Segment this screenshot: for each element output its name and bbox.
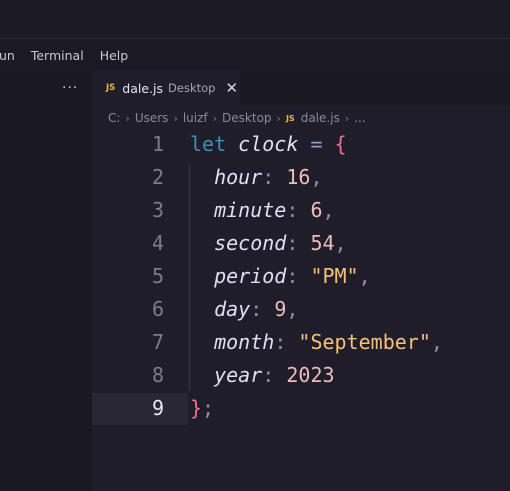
tab-file-name: dale.js	[122, 80, 164, 96]
code-token: day	[214, 297, 251, 321]
more-actions-icon[interactable]: ...	[62, 76, 78, 92]
line-number: 5	[151, 264, 164, 288]
code-token: period	[214, 264, 287, 288]
chevron-right-icon: ›	[344, 111, 350, 125]
code-token: {	[334, 132, 347, 156]
code-token: minute	[214, 198, 287, 222]
line-number: 4	[151, 231, 164, 255]
explorer-sidebar	[0, 71, 92, 491]
breadcrumb-item-drive[interactable]: C:	[108, 111, 120, 125]
line-number: 6	[151, 297, 164, 321]
line-number: 8	[151, 363, 164, 387]
code-token: "PM"	[310, 264, 359, 288]
code-token: clock	[238, 132, 299, 156]
code-line[interactable]: hour: 16,	[190, 161, 323, 194]
breadcrumb-item-user[interactable]: luizf	[183, 111, 208, 125]
line-number: 1	[151, 132, 164, 156]
code-line[interactable]: year: 2023	[190, 359, 335, 392]
code-token: 54	[310, 231, 335, 255]
chevron-right-icon: ›	[173, 111, 178, 125]
code-line[interactable]: day: 9,	[190, 293, 298, 326]
code-line[interactable]: month: "September",	[190, 326, 443, 359]
code-token: ;	[202, 396, 215, 420]
code-token: 2023	[286, 363, 335, 387]
title-bar	[0, 0, 510, 38]
code-token: ,	[310, 165, 323, 189]
code-token: :	[250, 297, 263, 321]
breadcrumb: C: › Users › luizf › Desktop › JS dale.j…	[108, 110, 366, 126]
line-number: 7	[151, 330, 164, 354]
line-number: 3	[151, 198, 164, 222]
code-line[interactable]: minute: 6,	[190, 194, 335, 227]
chevron-right-icon: ›	[125, 111, 130, 125]
code-line[interactable]: period: "PM",	[190, 260, 371, 293]
code-token: 16	[286, 165, 311, 189]
line-number: 9	[151, 396, 164, 420]
code-token: second	[214, 231, 287, 255]
code-token: ,	[334, 231, 347, 255]
breadcrumb-item-file[interactable]: dale.js	[301, 111, 340, 125]
code-token: :	[286, 264, 299, 288]
close-icon[interactable]: ✕	[225, 79, 238, 97]
line-number: 2	[151, 165, 164, 189]
code-token: year	[214, 363, 263, 387]
editor-tab-strip: JS dale.js Desktop ✕	[92, 71, 510, 105]
javascript-file-icon: JS	[285, 113, 295, 123]
menu-bar: un Terminal Help	[0, 38, 510, 71]
code-token: :	[262, 165, 275, 189]
chevron-right-icon: ›	[276, 111, 281, 125]
chevron-right-icon: ›	[212, 111, 218, 125]
code-token: :	[274, 330, 287, 354]
menu-item-terminal[interactable]: Terminal	[23, 48, 92, 63]
code-token: ,	[430, 330, 443, 354]
tab-file-folder: Desktop	[168, 81, 216, 95]
code-token: ,	[286, 297, 299, 321]
code-token: ,	[358, 264, 371, 288]
breadcrumb-item-users[interactable]: Users	[135, 111, 169, 125]
menu-item-help[interactable]: Help	[92, 48, 137, 63]
code-line[interactable]: let clock = {	[190, 128, 347, 161]
code-token: 6	[310, 198, 323, 222]
code-token: 9	[274, 297, 287, 321]
code-line[interactable]: second: 54,	[190, 227, 347, 260]
code-token: :	[286, 198, 299, 222]
code-token: =	[310, 132, 323, 156]
code-token: :	[286, 231, 299, 255]
code-token: :	[262, 363, 275, 387]
breadcrumb-item-symbols[interactable]: ...	[354, 111, 365, 125]
tab-dale-js[interactable]: JS dale.js Desktop ✕	[92, 71, 240, 105]
breadcrumb-item-desktop[interactable]: Desktop	[222, 111, 272, 125]
code-token: "September"	[298, 330, 431, 354]
code-token: let	[190, 132, 227, 156]
javascript-file-icon: JS	[106, 83, 116, 93]
code-token: }	[190, 396, 203, 420]
menu-item-run[interactable]: un	[0, 48, 23, 63]
code-token: hour	[214, 165, 263, 189]
code-token: month	[214, 330, 275, 354]
code-token: ,	[322, 198, 335, 222]
code-line[interactable]: };	[190, 392, 214, 425]
